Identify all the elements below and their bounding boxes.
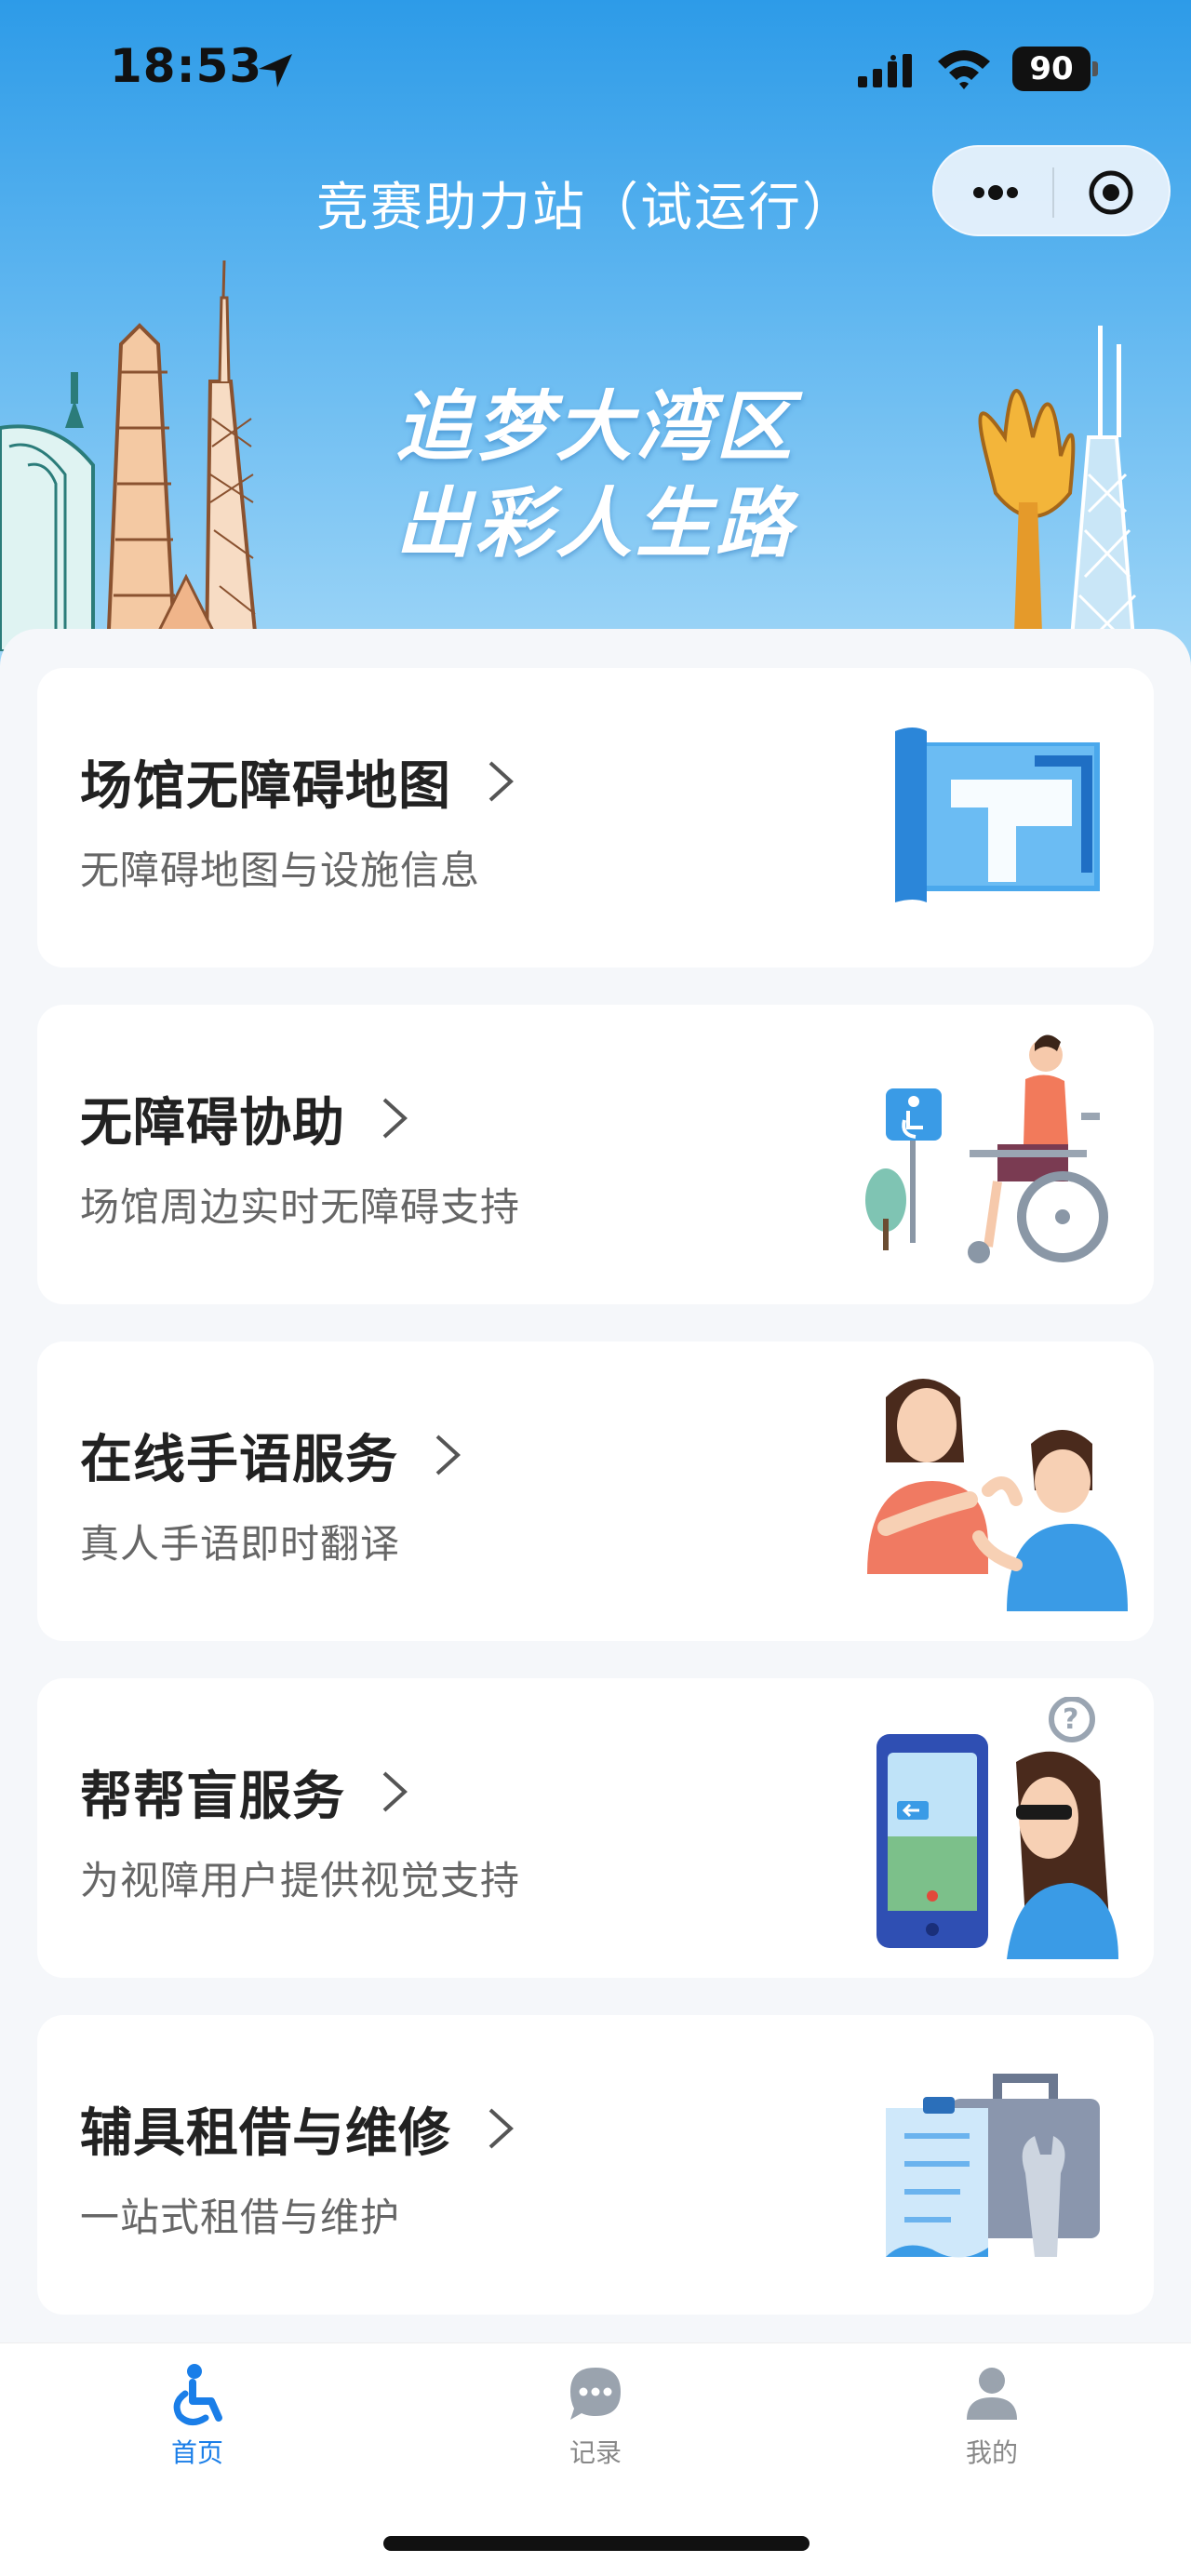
chevron-right-icon (435, 1435, 461, 1475)
wheelchair-user-illustration-icon (865, 1034, 1108, 1263)
card-title: 在线手语服务 (80, 1429, 398, 1490)
status-bar: 18:53 90 (0, 0, 1191, 140)
card-subtitle: 无障碍地图与设施信息 (80, 848, 481, 893)
card-subtitle: 为视障用户提供视觉支持 (80, 1858, 521, 1903)
location-arrow-icon (259, 54, 292, 87)
battery-level: 90 (1012, 47, 1091, 91)
home-indicator[interactable] (383, 2536, 810, 2551)
sign-language-illustration-icon (867, 1379, 1128, 1611)
more-icon[interactable] (966, 171, 1025, 214)
card-subtitle: 一站式租借与维护 (80, 2195, 401, 2240)
card-subtitle: 真人手语即时翻译 (80, 1521, 401, 1567)
battery-tip (1092, 61, 1098, 76)
card-title-row: 在线手语服务 (80, 1418, 465, 1492)
card-title: 无障碍协助 (80, 1092, 345, 1154)
tab-home-label: 首页 (170, 2437, 223, 2468)
tab-mine[interactable]: 我的 (899, 2362, 1085, 2492)
svg-text:?: ? (1063, 1703, 1078, 1736)
card-help-the-blind[interactable]: 帮帮盲服务 为视障用户提供视觉支持 ? (37, 1678, 1154, 1978)
card-title-row: 场馆无障碍地图 (80, 744, 518, 819)
chevron-right-icon (382, 1098, 408, 1139)
card-assistive-device-rental-repair[interactable]: 辅具租借与维修 一站式租借与维护 (37, 2015, 1154, 2315)
visual-aid-illustration-icon: ? (877, 1697, 1118, 1959)
chevron-right-icon (488, 761, 514, 802)
tab-home[interactable]: 首页 (104, 2362, 290, 2492)
chevron-right-icon (488, 2108, 514, 2149)
card-title-row: 帮帮盲服务 (80, 1755, 412, 1829)
card-venue-accessibility-map[interactable]: 场馆无障碍地图 无障碍地图与设施信息 (37, 668, 1154, 968)
cellular-signal-icon (858, 54, 912, 87)
miniprogram-capsule (932, 145, 1171, 236)
service-list: 场馆无障碍地图 无障碍地图与设施信息 无障碍协助 场馆周边实时无障碍支持 在线手… (0, 629, 1191, 2341)
card-title: 帮帮盲服务 (80, 1766, 345, 1827)
close-miniprogram-icon[interactable] (1083, 167, 1139, 218)
card-title-row: 辅具租借与维修 (80, 2091, 518, 2166)
user-profile-icon (967, 2368, 1017, 2420)
card-subtitle: 场馆周边实时无障碍支持 (80, 1184, 521, 1230)
slogan-line-1: 追梦大湾区 (395, 383, 796, 472)
slogan-line-2: 出彩人生路 (395, 480, 796, 568)
battery-indicator: 90 (1012, 47, 1100, 91)
wifi-icon (938, 50, 990, 89)
status-time: 18:53 (110, 39, 263, 93)
chevron-right-icon (382, 1771, 408, 1812)
tab-mine-label: 我的 (965, 2437, 1018, 2468)
card-accessibility-assistance[interactable]: 无障碍协助 场馆周边实时无障碍支持 (37, 1005, 1154, 1304)
chat-bubble-icon (570, 2368, 621, 2420)
tab-records-label: 记录 (569, 2437, 622, 2468)
card-title-row: 无障碍协助 (80, 1081, 412, 1155)
card-online-sign-language[interactable]: 在线手语服务 真人手语即时翻译 (37, 1341, 1154, 1641)
header-banner: 18:53 90 竞赛助力站（试运行） 追梦大湾区 出彩人生路 (0, 0, 1191, 670)
card-title: 场馆无障碍地图 (80, 755, 451, 817)
wheelchair-home-icon (173, 2364, 222, 2425)
map-illustration-icon (895, 727, 1100, 902)
tab-records[interactable]: 记录 (502, 2362, 689, 2492)
capsule-divider (1052, 167, 1054, 218)
card-title: 辅具租借与维修 (80, 2102, 451, 2164)
toolbox-illustration-icon (886, 2074, 1100, 2258)
